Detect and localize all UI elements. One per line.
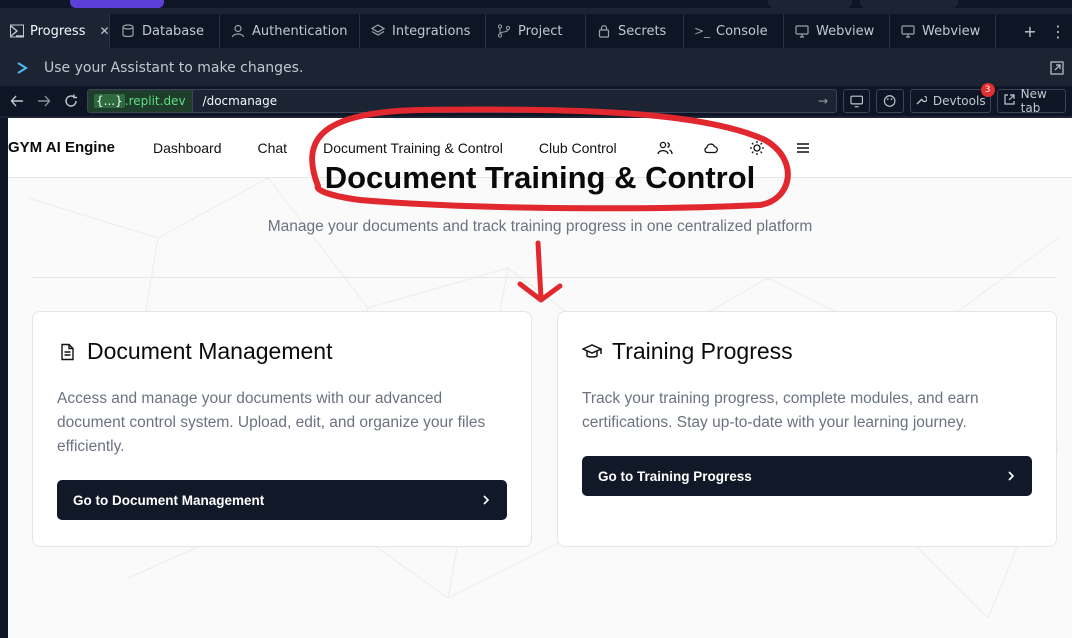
assistant-text: Use your Assistant to make changes. — [44, 60, 304, 76]
tab-label: Integrations — [392, 23, 471, 39]
lock-icon — [596, 23, 612, 39]
tab-label: Progress — [30, 23, 86, 39]
card-title: Training Progress — [612, 338, 793, 364]
close-icon[interactable]: ✕ — [99, 24, 109, 38]
tab-webview-2[interactable]: Webview — [890, 14, 996, 48]
tab-authentication[interactable]: Authentication — [220, 14, 360, 48]
more-options-icon[interactable]: ⋮ — [1044, 14, 1072, 48]
database-icon — [120, 23, 136, 39]
go-arrow-icon[interactable]: → — [818, 94, 828, 108]
document-management-card: Document Management Access and manage yo… — [32, 311, 532, 547]
nav-chat[interactable]: Chat — [258, 140, 288, 156]
card-description: Track your training progress, complete m… — [582, 390, 979, 431]
theme-palette-button[interactable] — [876, 89, 904, 113]
left-panel-edge — [0, 118, 8, 638]
section-divider — [32, 277, 1056, 278]
browser-toolbar: {...} .replit.dev /docmanage → Devtools 3… — [0, 83, 1072, 116]
host-badge: {...} — [94, 94, 125, 108]
top-strip-button[interactable] — [70, 0, 164, 8]
external-link-icon — [1004, 94, 1015, 108]
back-arrow-icon[interactable] — [6, 90, 27, 112]
forward-arrow-icon[interactable] — [33, 90, 54, 112]
chevron-right-icon — [1006, 470, 1016, 482]
nav-document-training[interactable]: Document Training & Control — [323, 140, 503, 156]
go-to-document-management-button[interactable]: Go to Document Management — [57, 480, 507, 520]
wrench-icon — [915, 94, 928, 109]
terminal-icon: >_ — [693, 24, 711, 38]
tab-label: Console — [716, 23, 768, 39]
nav-dashboard[interactable]: Dashboard — [153, 140, 222, 156]
monitor-icon — [794, 23, 810, 39]
add-tab-icon[interactable]: + — [1016, 14, 1044, 48]
card-description: Access and manage your documents with ou… — [57, 390, 486, 455]
user-icon — [230, 23, 246, 39]
monitor-icon — [850, 95, 864, 108]
menu-icon[interactable] — [791, 136, 815, 160]
chevron-right-icon — [481, 494, 491, 506]
tab-label: Secrets — [618, 23, 667, 39]
page-subtitle: Manage your documents and track training… — [267, 218, 813, 235]
webview-content: GYM AI Engine Dashboard Chat Document Tr… — [8, 118, 1072, 638]
top-strip-button[interactable] — [860, 0, 958, 8]
tab-integrations[interactable]: Integrations — [360, 14, 486, 48]
tab-label: Database — [142, 23, 205, 39]
users-icon[interactable] — [653, 136, 677, 160]
button-label: Go to Document Management — [73, 492, 265, 508]
tab-secrets[interactable]: Secrets — [586, 14, 684, 48]
devtools-button[interactable]: Devtools 3 — [909, 83, 995, 113]
assistant-banner[interactable]: Use your Assistant to make changes. — [8, 54, 1072, 82]
graduation-cap-icon — [582, 342, 602, 362]
layers-icon — [370, 23, 386, 39]
brand-logo[interactable]: GYM AI Engine — [8, 139, 153, 156]
card-title: Document Management — [87, 338, 333, 364]
url-host: {...} .replit.dev — [88, 90, 193, 112]
page-title: Document Training & Control — [324, 160, 756, 195]
training-progress-card: Training Progress Track your training pr… — [557, 311, 1057, 547]
branch-icon — [496, 23, 512, 39]
cloud-icon[interactable] — [699, 136, 723, 160]
palette-icon — [884, 95, 896, 107]
top-strip-button[interactable] — [768, 0, 852, 8]
sun-icon[interactable] — [745, 136, 769, 160]
expand-icon[interactable] — [1050, 61, 1064, 75]
document-icon — [57, 342, 77, 362]
host-suffix: .replit.dev — [124, 94, 186, 108]
reload-icon[interactable] — [60, 90, 81, 112]
button-label: Go to Training Progress — [598, 468, 752, 484]
devtools-label: Devtools — [932, 94, 986, 108]
go-to-training-progress-button[interactable]: Go to Training Progress — [582, 456, 1032, 496]
tab-database[interactable]: Database — [110, 14, 220, 48]
devtools-count-badge: 3 — [980, 83, 995, 97]
new-tab-label: New tab — [1020, 87, 1047, 115]
window-top-strip — [0, 0, 1072, 8]
tab-label: Webview — [816, 23, 875, 39]
workspace-tab-bar: Progress ✕ Database Authentication Integ… — [0, 14, 1072, 48]
device-preview-button[interactable] — [843, 89, 871, 113]
monitor-icon — [900, 23, 916, 39]
tab-webview-1[interactable]: Webview — [784, 14, 890, 48]
tab-console[interactable]: >_ Console — [684, 14, 784, 48]
url-field[interactable]: {...} .replit.dev /docmanage → — [87, 89, 838, 113]
tab-label: Webview — [922, 23, 981, 39]
progress-icon — [10, 23, 24, 39]
assistant-icon — [16, 61, 32, 75]
tab-label: Authentication — [252, 23, 348, 39]
tab-progress[interactable]: Progress ✕ — [0, 14, 110, 48]
new-tab-button[interactable]: New tab — [996, 87, 1067, 115]
nav-club-control[interactable]: Club Control — [539, 140, 617, 156]
tab-project[interactable]: Project — [486, 14, 586, 48]
url-path: /docmanage — [202, 94, 278, 108]
tab-label: Project — [518, 23, 563, 39]
